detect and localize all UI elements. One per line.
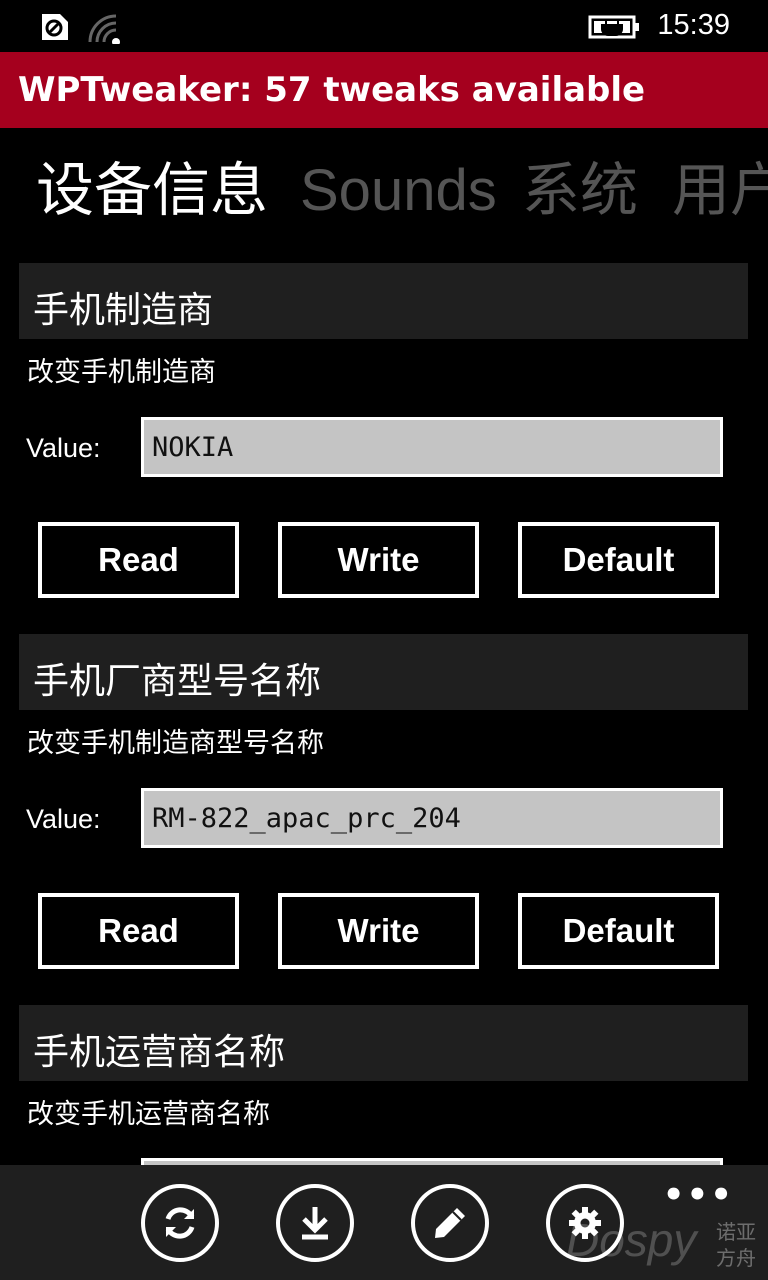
model-name-value-input[interactable] <box>141 788 723 848</box>
section-description: 改变手机制造商 <box>27 357 216 388</box>
default-button[interactable]: Default <box>518 522 719 598</box>
watermark-cn: 诺亚方舟 <box>716 1220 756 1270</box>
more-options-button[interactable]: ••• <box>663 1175 734 1215</box>
section-header-manufacturer: 手机制造商 <box>19 263 748 339</box>
download-button[interactable] <box>276 1184 354 1262</box>
edit-icon <box>435 1208 465 1238</box>
title-bar: WPTweaker: 57 tweaks available <box>0 52 768 128</box>
manufacturer-value-input[interactable] <box>141 417 723 477</box>
value-label: Value: <box>26 804 101 834</box>
section-title: 手机厂商型号名称 <box>33 661 322 702</box>
pivot-tab-sounds[interactable]: Sounds <box>300 156 497 226</box>
pivot-tab-device-info[interactable]: 设备信息 <box>36 156 268 226</box>
signal-icon <box>88 14 120 44</box>
download-icon <box>302 1207 328 1240</box>
watermark: Dospy <box>566 1214 697 1266</box>
write-button[interactable]: Write <box>278 522 479 598</box>
pivot-header: 设备信息 Sounds 系统 用户 <box>0 128 768 258</box>
edit-button[interactable] <box>411 1184 489 1262</box>
write-button[interactable]: Write <box>278 893 479 969</box>
value-label: Value: <box>26 433 101 463</box>
pivot-tab-system[interactable]: 系统 <box>522 156 638 226</box>
app-title: WPTweaker: 57 tweaks available <box>18 70 646 110</box>
refresh-icon <box>165 1207 195 1239</box>
refresh-button[interactable] <box>141 1184 219 1262</box>
battery-charging-icon <box>588 15 639 39</box>
section-description: 改变手机运营商名称 <box>27 1099 270 1130</box>
sync-icon <box>42 14 68 40</box>
section-header-operator-name: 手机运营商名称 <box>19 1005 748 1081</box>
read-button[interactable]: Read <box>38 893 239 969</box>
status-bar: 15:39 <box>0 0 768 52</box>
clock: 15:39 <box>657 9 730 41</box>
section-header-model-name: 手机厂商型号名称 <box>19 634 748 710</box>
pivot-tab-user[interactable]: 用户 <box>672 156 768 226</box>
section-description: 改变手机制造商型号名称 <box>27 728 324 759</box>
section-title: 手机制造商 <box>33 290 214 331</box>
default-button[interactable]: Default <box>518 893 719 969</box>
read-button[interactable]: Read <box>38 522 239 598</box>
section-title: 手机运营商名称 <box>33 1032 286 1073</box>
app-bar: ••• Dospy 诺亚方舟 <box>0 1165 768 1280</box>
